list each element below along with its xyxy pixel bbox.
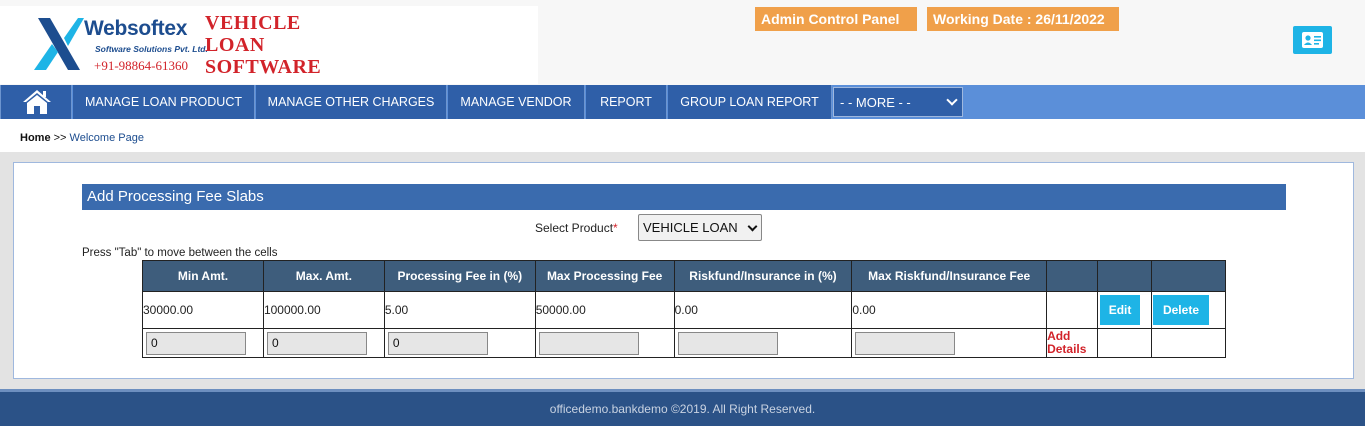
table-header-row: Min Amt. Max. Amt. Processing Fee in (%)… <box>142 260 1227 292</box>
table-input-row: 0 0 0 Add Details <box>142 328 1227 358</box>
cell-edit: Edit <box>1097 291 1152 329</box>
header-blank-1 <box>1046 260 1099 292</box>
cell-empty <box>1150 328 1227 358</box>
brand-phone: +91-98864-61360 <box>94 58 188 73</box>
add-details-line-2: Details <box>1047 342 1087 356</box>
brand-name: Websoftex <box>84 17 188 40</box>
breadcrumb-current: Welcome Page <box>69 132 144 144</box>
app-title: VEHICLE LOAN SOFTWARE <box>205 12 321 78</box>
header-processing-fee: Processing Fee in (%) <box>383 260 536 292</box>
select-product-label-text: Select Product <box>535 221 614 235</box>
cell-max-processing-fee: 50000.00 <box>534 291 675 329</box>
cell-input-min: 0 <box>142 328 264 358</box>
profile-button[interactable] <box>1293 26 1332 54</box>
footer-copyright: officedemo.bankdemo ©2019. All Right Res… <box>549 402 816 416</box>
cell-delete: Delete <box>1150 291 1227 329</box>
section-title: Add Processing Fee Slabs <box>82 184 1286 210</box>
cell-max-riskfund: 0.00 <box>851 291 1048 329</box>
main-navigation: MANAGE LOAN PRODUCT MANAGE OTHER CHARGES… <box>0 85 1365 119</box>
select-product-label: Select Product* <box>535 221 618 235</box>
page-footer: officedemo.bankdemo ©2019. All Right Res… <box>0 389 1365 426</box>
header-min-amt: Min Amt. <box>142 260 264 292</box>
nav-group-loan-report[interactable]: GROUP LOAN REPORT <box>668 85 832 119</box>
admin-panel-badge: Admin Control Panel <box>755 7 917 31</box>
header-max-riskfund: Max Riskfund/Insurance Fee <box>851 260 1048 292</box>
nav-report[interactable]: REPORT <box>586 85 667 119</box>
max-amt-input[interactable]: 0 <box>266 331 367 355</box>
max-processing-fee-input[interactable] <box>538 331 639 355</box>
add-details-link[interactable]: Add Details <box>1047 330 1091 356</box>
logo-area: Websoftex Software Solutions Pvt. Ltd. +… <box>0 6 538 84</box>
add-details-line-1: Add <box>1047 329 1071 343</box>
header-blank-3 <box>1150 260 1227 292</box>
cell-empty <box>1046 291 1099 329</box>
cell-add-details: Add Details <box>1046 328 1099 358</box>
breadcrumb: Home >> Welcome Page <box>20 132 144 144</box>
cell-input-fee: 0 <box>383 328 536 358</box>
product-select[interactable]: VEHICLE LOAN <box>638 214 762 241</box>
app-title-line-1: VEHICLE <box>205 12 301 34</box>
cell-input-max-risk <box>851 328 1048 358</box>
app-title-line-3: SOFTWARE <box>205 56 322 78</box>
app-header: Websoftex Software Solutions Pvt. Ltd. +… <box>0 0 1365 85</box>
cell-max-amt: 100000.00 <box>262 291 385 329</box>
processing-fee-input[interactable]: 0 <box>387 331 488 355</box>
header-riskfund: Riskfund/Insurance in (%) <box>673 260 853 292</box>
app-title-line-2: LOAN <box>205 34 265 56</box>
delete-button[interactable]: Delete <box>1152 295 1209 325</box>
working-date-badge: Working Date : 26/11/2022 <box>927 7 1119 31</box>
header-max-amt: Max. Amt. <box>262 260 385 292</box>
header-max-processing-fee: Max Processing Fee <box>534 260 675 292</box>
table-row: 30000.00 100000.00 5.00 50000.00 0.00 0.… <box>142 291 1227 329</box>
brand-subtitle: Software Solutions Pvt. Ltd. <box>95 44 208 54</box>
chevron-down-icon <box>946 94 958 106</box>
product-select-value: VEHICLE LOAN <box>643 220 738 235</box>
processing-fee-table: Min Amt. Max. Amt. Processing Fee in (%)… <box>142 260 1227 358</box>
nav-more-label: - - MORE - - <box>840 95 911 110</box>
tab-hint: Press "Tab" to move between the cells <box>82 247 278 259</box>
min-amt-input[interactable]: 0 <box>146 331 246 355</box>
cell-input-max: 0 <box>262 328 385 358</box>
breadcrumb-separator: >> <box>53 132 67 144</box>
cell-input-max-fee <box>534 328 675 358</box>
nav-manage-vendor[interactable]: MANAGE VENDOR <box>448 85 585 119</box>
nav-more-select[interactable]: - - MORE - - <box>833 87 963 117</box>
nav-manage-loan-product[interactable]: MANAGE LOAN PRODUCT <box>73 85 255 119</box>
id-card-icon <box>1302 32 1323 48</box>
chevron-down-icon <box>747 221 758 232</box>
cell-empty <box>1097 328 1152 358</box>
nav-home[interactable] <box>0 85 72 119</box>
websoftex-logo-icon <box>34 18 84 70</box>
breadcrumb-home[interactable]: Home <box>20 132 51 144</box>
cell-processing-fee: 5.00 <box>383 291 536 329</box>
riskfund-input[interactable] <box>677 331 778 355</box>
edit-button[interactable]: Edit <box>1100 295 1141 325</box>
header-blank-2 <box>1097 260 1152 292</box>
cell-input-risk <box>673 328 853 358</box>
breadcrumb-bar: Home >> Welcome Page <box>0 119 1365 152</box>
home-icon <box>23 90 51 114</box>
cell-riskfund: 0.00 <box>673 291 853 329</box>
nav-manage-other-charges[interactable]: MANAGE OTHER CHARGES <box>256 85 447 119</box>
max-riskfund-input[interactable] <box>855 331 956 355</box>
cell-min-amt: 30000.00 <box>142 291 264 329</box>
required-mark: * <box>613 221 618 235</box>
